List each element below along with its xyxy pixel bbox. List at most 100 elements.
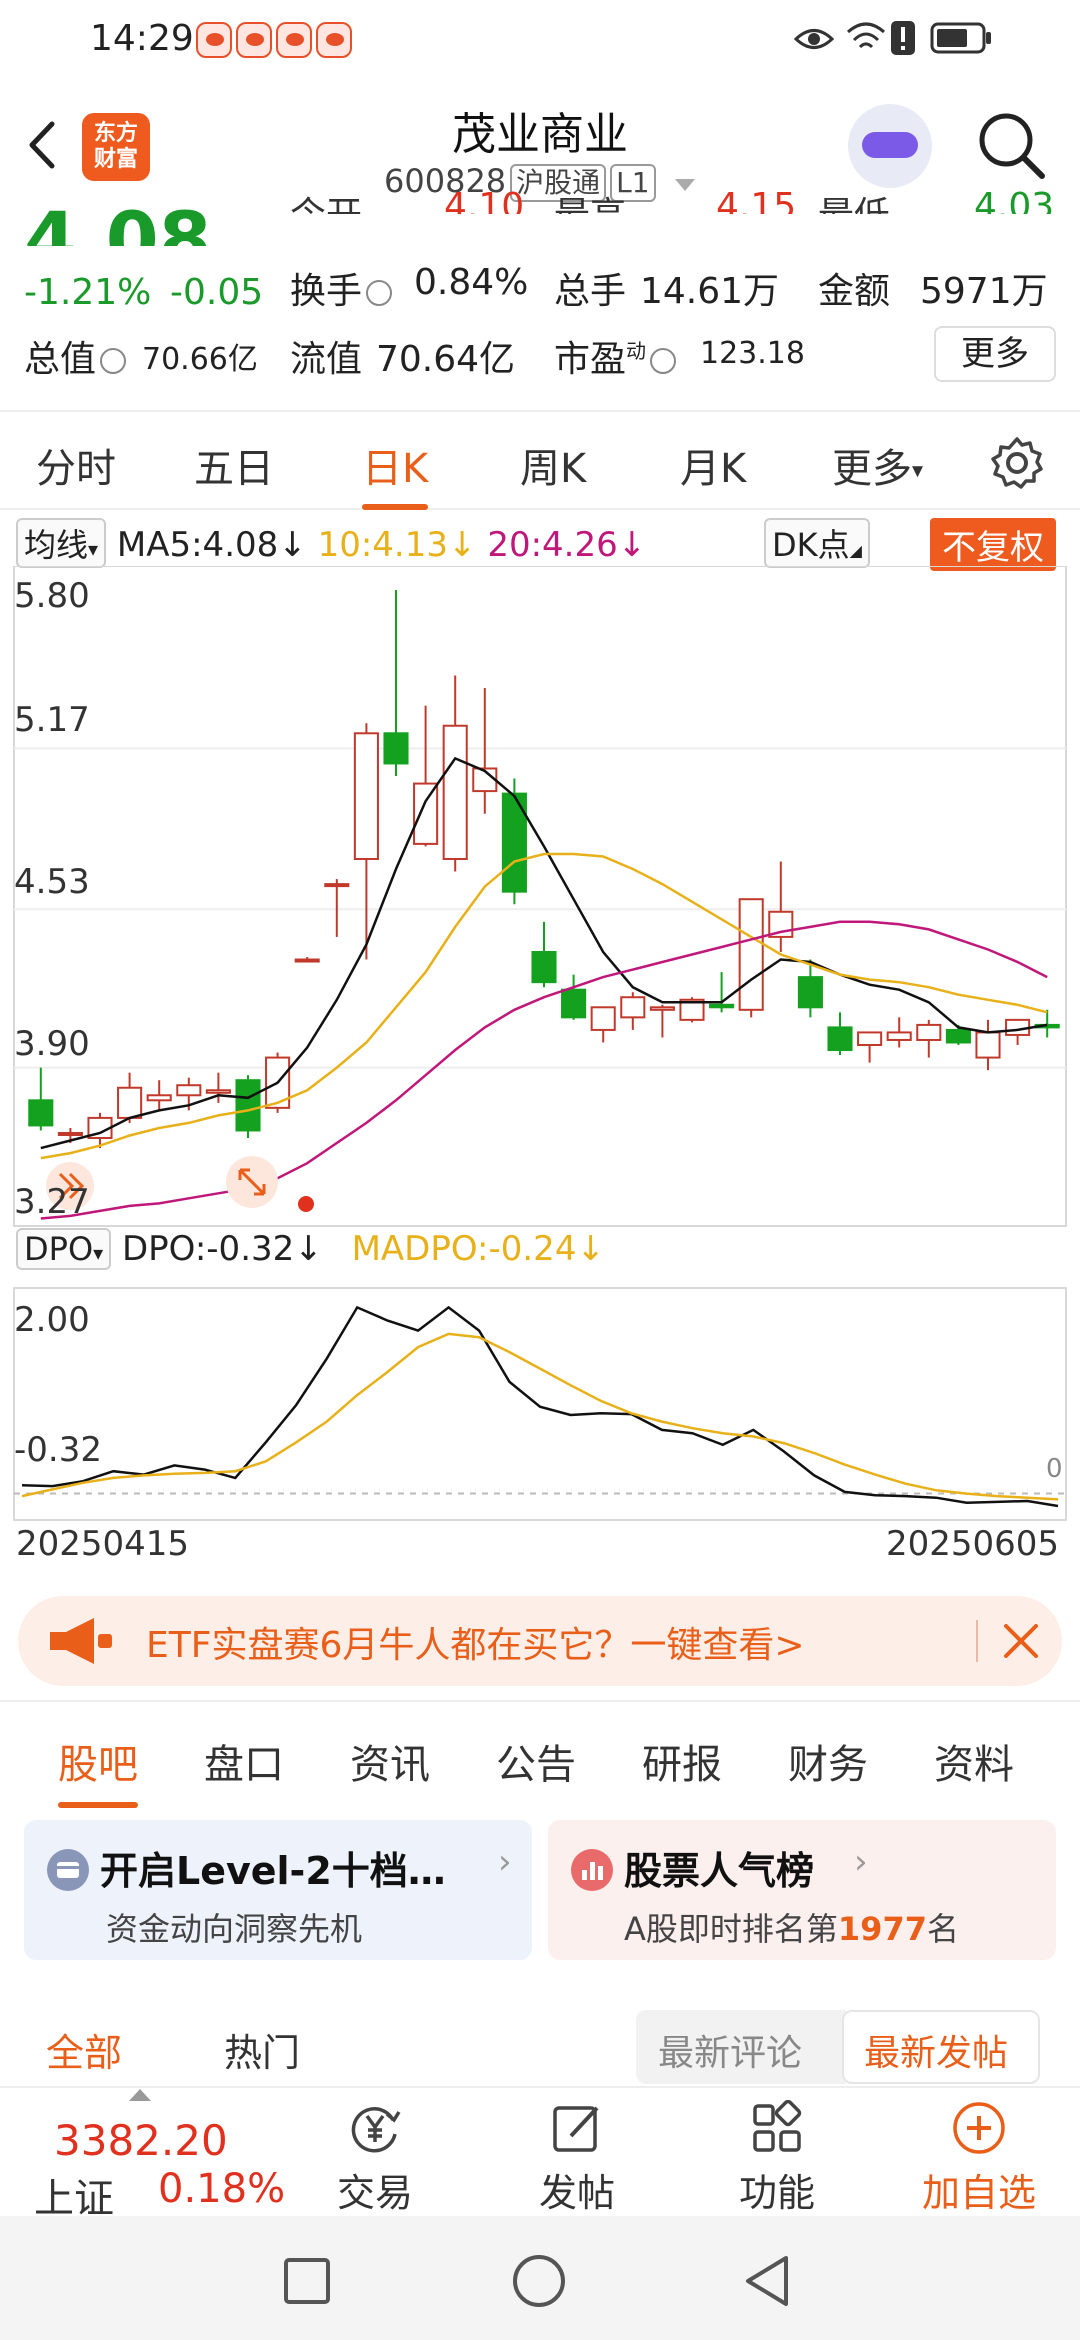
close-icon[interactable] <box>1002 1622 1040 1660</box>
candle-body <box>827 1026 853 1052</box>
more-quote-button[interactable]: 更多 <box>934 326 1056 382</box>
index-value[interactable]: 3382.20 <box>54 2116 228 2165</box>
grid-apps-icon <box>753 2100 802 2152</box>
amount-value: 5971万 <box>920 271 1048 312</box>
megaphone-icon <box>50 1618 112 1664</box>
eye-icon <box>794 29 834 49</box>
sort-latest-post[interactable]: 最新发帖 <box>842 2010 1040 2084</box>
last-price: 4.08 <box>24 195 212 246</box>
sort-latest-comment[interactable]: 最新评论 <box>636 2010 846 2084</box>
candle-body <box>205 1089 231 1094</box>
stock-code-row[interactable]: 600828 沪股通 L1 <box>384 162 696 202</box>
partial-high-label: 最高 <box>554 186 626 214</box>
candle-body <box>886 1031 912 1041</box>
y-tick: 3.90 <box>14 1024 90 1064</box>
candle-body <box>945 1028 971 1044</box>
kline-chart-area: 均线▾ MA5:4.08↓ 10:4.13↓ 20:4.26↓ DK点◢ 不复权… <box>0 510 1080 1564</box>
tab-daily-k[interactable]: 日K <box>362 436 429 510</box>
index-change[interactable]: 0.18% <box>158 2166 285 2212</box>
settings-gear-icon[interactable] <box>990 436 1044 490</box>
tab-intraday[interactable]: 分时 <box>36 436 116 494</box>
caret-up-icon <box>129 2089 151 2101</box>
float-label: 流值 <box>290 339 363 380</box>
promo-banner[interactable]: ETF实盘赛6月牛人都在买它？一键查看> <box>18 1596 1062 1686</box>
candle-body <box>531 950 557 984</box>
dk-point-select[interactable]: DK点◢ <box>764 518 870 568</box>
level2-icon <box>47 1849 89 1891</box>
tab-news[interactable]: 资讯 <box>350 1732 430 1790</box>
dpo-line-madpo <box>21 1332 1059 1501</box>
subindicator-select[interactable]: DPO▾ <box>16 1228 112 1270</box>
tab-research[interactable]: 研报 <box>642 1732 722 1790</box>
turnover-label: 换手 <box>290 262 396 314</box>
section-tabs: 股吧 盘口 资讯 公告 研报 财务 资料 <box>0 1700 1080 1810</box>
tab-finance[interactable]: 财务 <box>788 1732 868 1790</box>
dropdown-caret-icon <box>674 179 695 191</box>
candle-body <box>176 1084 202 1097</box>
filter-all[interactable]: 全部 <box>46 2022 122 2077</box>
tab-five-day[interactable]: 五日 <box>194 436 274 494</box>
recents-square-icon[interactable] <box>284 2258 330 2304</box>
tab-announcements[interactable]: 公告 <box>496 1732 576 1790</box>
back-triangle-icon[interactable] <box>742 2254 792 2308</box>
ma-legend: 均线▾ MA5:4.08↓ 10:4.13↓ 20:4.26↓ <box>16 518 646 568</box>
level2-card[interactable]: 开启Level-2十档… › 资金动向洞察先机 <box>24 1820 532 1960</box>
tab-weekly-k[interactable]: 周K <box>520 436 586 494</box>
search-icon[interactable] <box>976 110 1046 180</box>
nav-trade[interactable]: 交易 <box>300 2100 450 2217</box>
tab-more[interactable]: 更多▾ <box>832 436 923 494</box>
promo-text: ETF实盘赛6月牛人都在买它？一键查看> <box>146 1625 805 1666</box>
tab-order-book[interactable]: 盘口 <box>204 1732 284 1790</box>
change-percent: -1.21% <box>24 272 152 313</box>
candle-body <box>235 1079 261 1132</box>
candle-body <box>294 958 320 963</box>
home-circle-icon[interactable] <box>512 2254 566 2308</box>
volume-value: 14.61万 <box>640 271 780 312</box>
filter-hot[interactable]: 热门 <box>224 2022 300 2077</box>
status-bar: 14:29 <box>0 0 1080 80</box>
y-tick: 5.17 <box>14 700 90 740</box>
quote-panel: 4.08 今开 4.10 最高 4.15 最低 4.03 -1.21% -0.0… <box>0 186 1080 410</box>
dpo-y-tick: 2.00 <box>14 1300 90 1340</box>
chevron-right-icon: › <box>498 1842 512 1882</box>
candle-body <box>383 732 409 765</box>
tab-monthly-k[interactable]: 月K <box>680 436 746 494</box>
bottom-toolbar: 3382.20 上证 0.18% 交易 发帖 功能 加自选 <box>0 2086 1080 2222</box>
candle-body <box>561 988 587 1019</box>
nav-function[interactable]: 功能 <box>702 2100 852 2217</box>
start-date: 20250415 <box>16 1524 190 1564</box>
end-date: 20250605 <box>886 1524 1060 1564</box>
no-adjust-button[interactable]: 不复权 <box>930 518 1056 571</box>
volume-label: 总手 <box>554 271 627 312</box>
change-amount: -0.05 <box>170 272 264 313</box>
tab-guba[interactable]: 股吧 <box>58 1732 138 1808</box>
indicator-select[interactable]: 均线▾ <box>16 518 107 568</box>
candle-body <box>28 1099 54 1127</box>
ma-line-10 <box>40 852 1048 1160</box>
candle-body <box>709 1003 735 1009</box>
candle-body <box>649 1006 675 1011</box>
nav-post[interactable]: 发帖 <box>502 2100 652 2217</box>
y-tick: 4.53 <box>14 862 90 902</box>
signal-dot <box>298 1196 314 1212</box>
dpo-line-dpo <box>21 1305 1059 1508</box>
edit-pencil-icon <box>553 2106 599 2152</box>
pe-value: 123.18 <box>700 336 805 371</box>
tab-profile[interactable]: 资料 <box>934 1732 1014 1790</box>
ma5-legend: MA5:4.08 <box>116 525 279 565</box>
candlestick-chart-svg[interactable] <box>0 566 1080 1566</box>
popularity-card[interactable]: 股票人气榜 › A股即时排名第1977名 <box>548 1820 1056 1960</box>
nav-add-watchlist[interactable]: 加自选 <box>904 2100 1054 2217</box>
battery-icon <box>930 22 991 54</box>
partial-open-label: 今开 <box>290 186 362 214</box>
candle-body <box>975 1031 1001 1059</box>
clock: 14:29 <box>90 18 194 59</box>
candle-body <box>857 1031 883 1047</box>
ma10-legend: 10:4.13↓ <box>317 525 477 565</box>
partial-open-value: 4.10 <box>444 186 525 214</box>
popularity-title: 股票人气榜 <box>624 1849 815 1893</box>
ai-assistant-robot-icon[interactable] <box>848 104 932 188</box>
partial-low-value: 4.03 <box>974 186 1055 214</box>
chevron-right-icon: › <box>854 1842 868 1882</box>
candle-body <box>590 1006 616 1031</box>
